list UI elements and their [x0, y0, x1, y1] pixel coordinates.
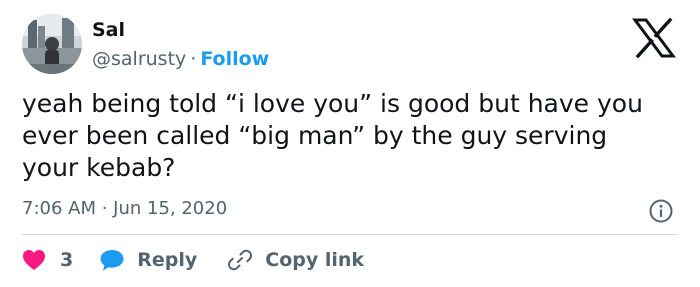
reply-label: Reply — [137, 249, 198, 271]
author-name[interactable]: Sal — [92, 18, 125, 42]
author-handle[interactable]: @salrusty — [92, 48, 186, 70]
like-button[interactable]: 3 — [22, 249, 73, 271]
copy-link-label: Copy link — [265, 249, 365, 271]
tweet-card: Sal @salrusty · Follow yeah being told “i … — [0, 0, 700, 287]
separator-dot: · — [190, 48, 197, 70]
info-icon[interactable] — [648, 198, 674, 224]
x-logo-icon[interactable] — [632, 17, 676, 59]
tweet-text: yeah being told “i love you” is good but… — [22, 89, 643, 182]
copy-link-button[interactable]: Copy link — [227, 247, 364, 273]
avatar[interactable] — [22, 14, 82, 74]
divider — [22, 234, 678, 235]
follow-button[interactable]: Follow — [200, 48, 269, 70]
link-icon — [227, 247, 253, 273]
reply-button[interactable]: Reply — [99, 248, 197, 272]
author-handle-row: @salrusty · Follow — [92, 47, 269, 71]
tweet-timestamp[interactable]: 7:06 AM · Jun 15, 2020 — [22, 197, 227, 221]
action-bar: 3 Reply Copy link — [22, 245, 364, 275]
speech-bubble-icon — [99, 248, 125, 272]
like-count: 3 — [60, 249, 74, 271]
heart-icon — [22, 249, 46, 271]
